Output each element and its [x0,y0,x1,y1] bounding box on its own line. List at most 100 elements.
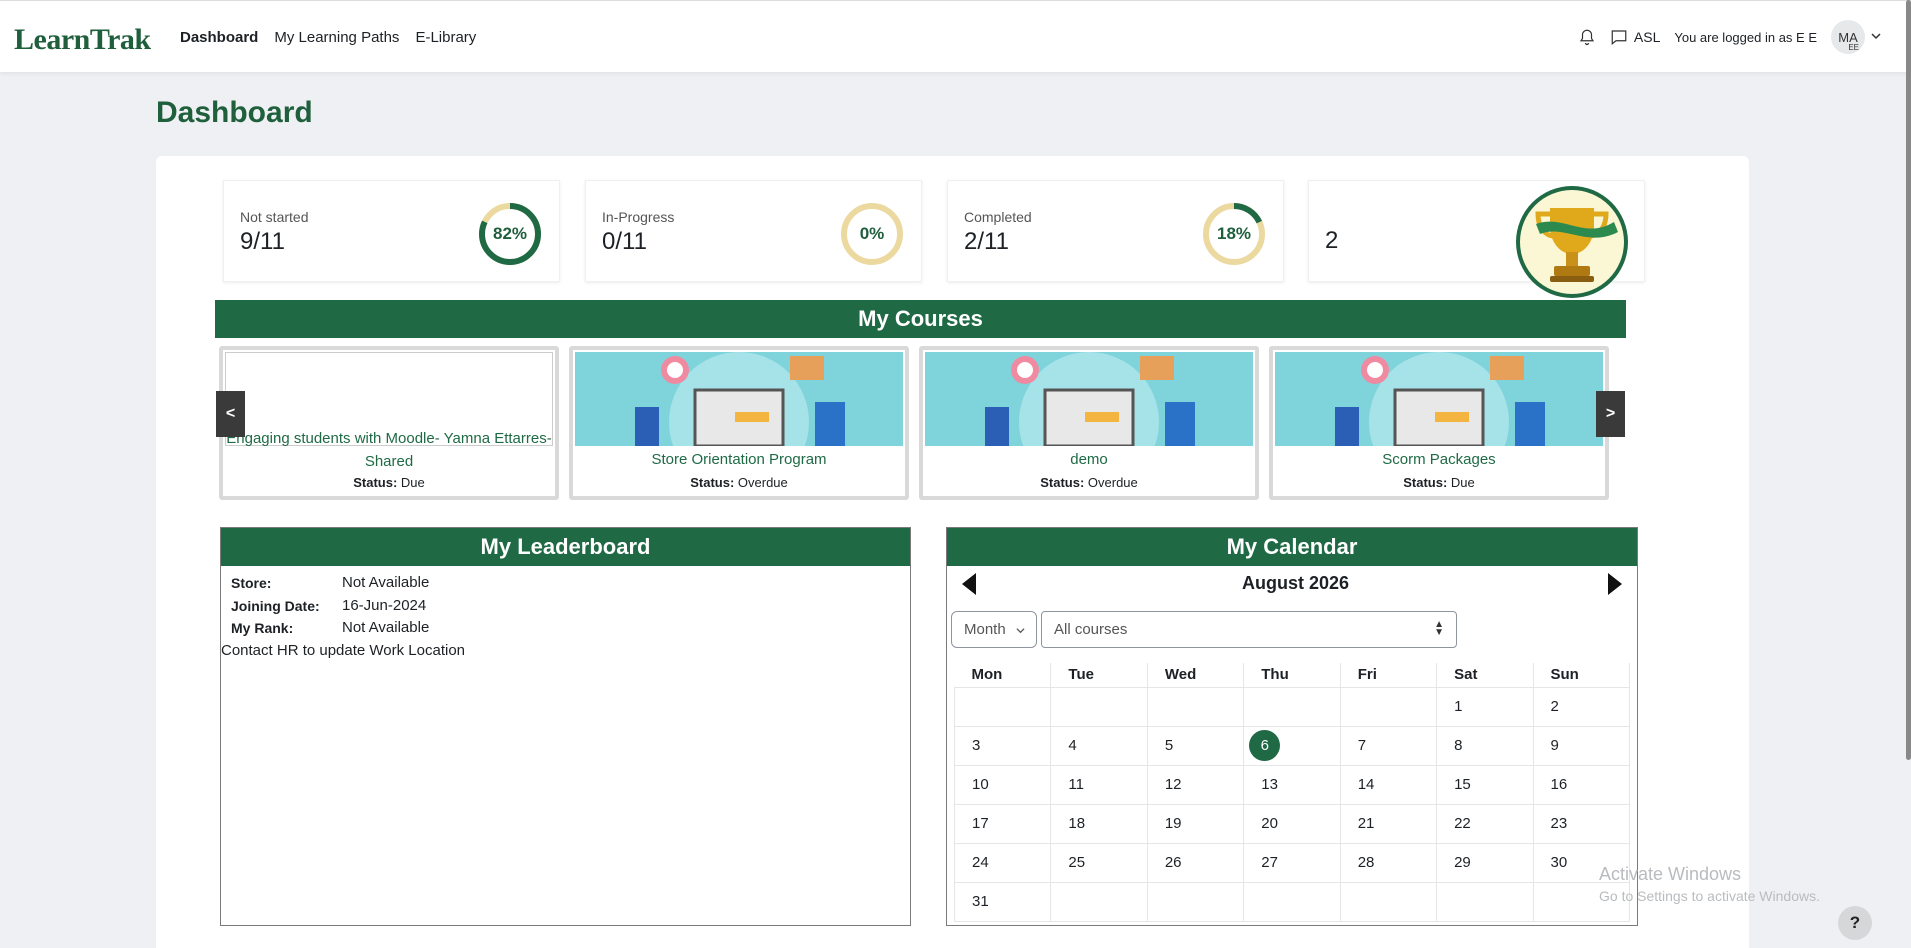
leaderboard-key: Store: [231,575,272,591]
course-filter-value: All courses [1054,621,1128,638]
calendar-day[interactable]: 9 [1532,725,1631,766]
calendar-day[interactable]: 27 [1243,842,1341,883]
leaderboard-note: Contact HR to update Work Location [221,642,466,659]
calendar-day-number: 10 [972,776,989,793]
weekday-label: Tue [1050,663,1148,688]
calendar-day[interactable]: 22 [1436,803,1534,844]
language-label[interactable]: ASL [1634,29,1660,45]
calendar-day[interactable]: 20 [1243,803,1341,844]
course-card[interactable]: demo Status: Overdue [919,346,1259,500]
calendar-day[interactable]: 19 [1146,803,1245,844]
calendar-day[interactable]: 6 [1243,725,1341,766]
prev-month-icon[interactable] [962,573,976,595]
weekday-label: Mon [954,663,1052,688]
windows-watermark-title: Activate Windows [1599,864,1742,884]
leaderboard-panel: My Leaderboard Store: Not Available Join… [220,527,911,926]
nav-e-library[interactable]: E-Library [415,29,484,46]
calendar-day[interactable]: 12 [1146,764,1245,805]
messages-button[interactable]: ASL [1610,28,1660,46]
calendar-header: My Calendar [947,528,1637,566]
calendar-day[interactable]: 25 [1050,842,1148,883]
leaderboard-value: Not Available [342,619,430,636]
page-title: Dashboard [156,96,313,129]
help-button[interactable]: ? [1838,906,1872,940]
stat-label: Not started [240,209,309,225]
calendar-day-number: 5 [1164,737,1174,754]
nav-my-learning-paths[interactable]: My Learning Paths [274,29,407,46]
calendar-day-number: 20 [1261,815,1278,832]
learntrak-logo[interactable]: LearnTrak [14,23,151,57]
calendar-day-number: 3 [972,737,981,754]
calendar-day[interactable]: 24 [953,842,1052,883]
chat-icon [1610,28,1628,46]
avatar[interactable]: MA EE [1831,20,1865,54]
progress-percent: 18% [1216,224,1252,243]
calendar-day-number: 26 [1164,854,1182,871]
calendar-day[interactable]: 26 [1146,842,1245,883]
calendar-empty-cell [1339,686,1438,727]
course-thumbnail [575,352,903,446]
course-title[interactable]: Scorm Packages [1273,448,1605,471]
calendar-day[interactable]: 23 [1532,803,1631,844]
calendar-day[interactable]: 14 [1339,764,1438,805]
course-card[interactable]: Store Orientation Program Status: Overdu… [569,346,909,500]
calendar-day-number: 30 [1550,854,1568,871]
calendar-day[interactable]: 31 [953,881,1052,922]
carousel-next-button[interactable]: > [1596,391,1625,437]
calendar-day[interactable]: 17 [953,803,1052,844]
course-filter-select[interactable]: All courses ▲ ▼ [1041,611,1457,648]
calendar-day-number: 22 [1454,815,1471,832]
calendar-week-row: 31 [953,881,1631,922]
calendar-day-number: 28 [1357,854,1375,871]
calendar-day[interactable]: 1 [1436,686,1534,727]
calendar-weekday-row: Mon Tue Wed Thu Fri Sat Sun [954,663,1631,688]
bell-icon[interactable] [1578,28,1596,46]
stat-value: 0/11 [602,228,647,255]
weekday-label: Fri [1340,663,1438,688]
course-status: Status: Overdue [923,475,1255,490]
calendar-today: 6 [1249,730,1281,761]
stat-value: 2/11 [964,228,1009,255]
calendar-day[interactable]: 2 [1532,686,1631,727]
calendar-day[interactable]: 5 [1146,725,1245,766]
calendar-day[interactable]: 10 [953,764,1052,805]
weekday-label: Sun [1533,663,1631,688]
status-value: Due [1450,475,1475,490]
calendar-day-number: 15 [1454,776,1471,793]
course-card[interactable]: Engaging students with Moodle- Yamna Ett… [219,346,559,500]
calendar-day[interactable]: 16 [1532,764,1631,805]
view-select[interactable]: Month [951,611,1037,648]
status-value: Overdue [737,475,788,490]
status-label: Status: [690,475,735,490]
calendar-day[interactable]: 8 [1436,725,1534,766]
stat-value: 2 [1325,227,1339,254]
nav-dashboard[interactable]: Dashboard [180,29,266,46]
calendar-day[interactable]: 7 [1339,725,1438,766]
calendar-day[interactable]: 29 [1436,842,1534,883]
status-value: Overdue [1087,475,1138,490]
calendar-day[interactable]: 4 [1050,725,1148,766]
calendar-day[interactable]: 13 [1243,764,1341,805]
course-title[interactable]: Engaging students with Moodle- Yamna Ett… [223,427,555,473]
calendar-empty-cell [1243,881,1341,922]
calendar-day[interactable]: 3 [953,725,1052,766]
calendar-day[interactable]: 11 [1050,764,1148,805]
view-select-value: Month [964,621,1006,638]
page-scrollbar[interactable] [1906,0,1911,760]
user-menu[interactable]: MA EE [1831,20,1881,54]
calendar-empty-cell [1050,881,1148,922]
calendar-day-number: 13 [1261,776,1278,793]
course-title[interactable]: Store Orientation Program [573,448,905,471]
calendar-day[interactable]: 28 [1339,842,1438,883]
calendar-day-number: 1 [1454,698,1463,715]
next-month-icon[interactable] [1608,573,1622,595]
leaderboard-key: My Rank: [231,620,294,636]
course-card[interactable]: Scorm Packages Status: Due [1269,346,1609,500]
calendar-day[interactable]: 21 [1339,803,1438,844]
calendar-day[interactable]: 15 [1436,764,1534,805]
course-title[interactable]: demo [923,448,1255,471]
carousel-prev-button[interactable]: < [216,391,245,437]
calendar-grid: Mon Tue Wed Thu Fri Sat Sun 1 2 3 4 5 6 7 8 9 10 11 12 13 1… [953,663,1631,922]
calendar-day[interactable]: 18 [1050,803,1148,844]
chevron-down-icon[interactable] [1871,31,1881,44]
